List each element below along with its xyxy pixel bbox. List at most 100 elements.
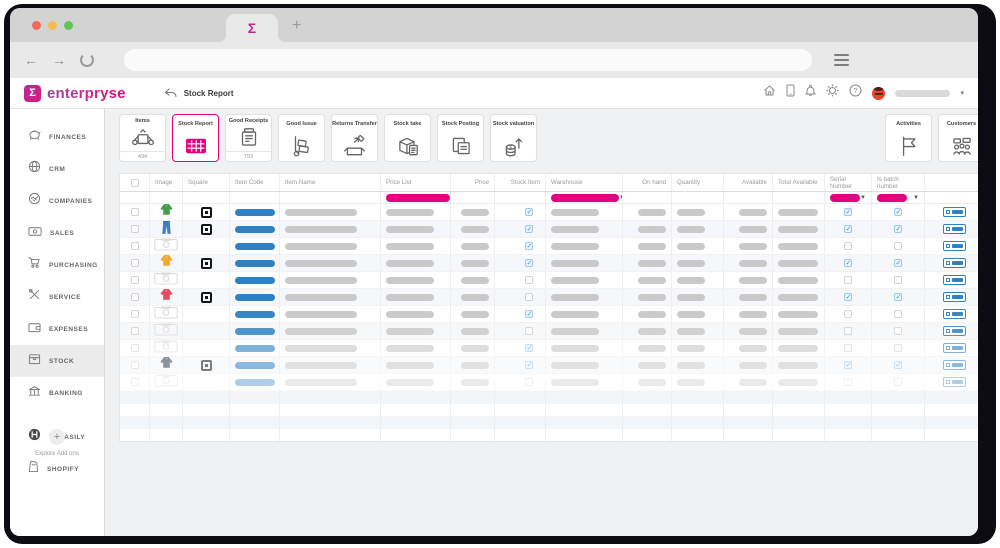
- row-select-checkbox[interactable]: [131, 344, 139, 352]
- stock-item-checkbox[interactable]: [525, 378, 533, 386]
- card-stock-take[interactable]: Stock take: [384, 114, 431, 162]
- serial-number-checkbox[interactable]: [844, 225, 852, 233]
- edit-row-button[interactable]: [943, 258, 966, 268]
- col-header-serial-number[interactable]: Serial Number: [825, 174, 872, 191]
- settings-gear-icon[interactable]: [826, 84, 839, 102]
- user-menu-caret-icon[interactable]: ▾: [960, 89, 964, 97]
- dropdown-caret-icon[interactable]: ▼: [860, 195, 866, 201]
- col-header-blank[interactable]: [925, 174, 978, 191]
- table-row[interactable]: [120, 238, 978, 255]
- is-batch-number-checkbox[interactable]: [894, 293, 902, 301]
- row-select-checkbox[interactable]: [131, 276, 139, 284]
- table-row[interactable]: [120, 204, 978, 221]
- sidebar-item-crm[interactable]: CRM: [10, 153, 104, 185]
- sidebar-item-companies[interactable]: COMPANIES: [10, 185, 104, 217]
- user-avatar[interactable]: [872, 87, 885, 100]
- is-batch-number-checkbox[interactable]: [894, 344, 902, 352]
- card-returns-transfer[interactable]: Returns Transfer: [331, 114, 378, 162]
- stock-item-checkbox[interactable]: [525, 293, 533, 301]
- col-header-total-available[interactable]: Total Available: [773, 174, 825, 191]
- serial-number-checkbox[interactable]: [844, 293, 852, 301]
- stock-item-checkbox[interactable]: [525, 242, 533, 250]
- filter-price-list[interactable]: ▼: [381, 192, 451, 203]
- close-window-button[interactable]: [32, 21, 41, 30]
- serial-number-checkbox[interactable]: [844, 276, 852, 284]
- col-header-price[interactable]: Price: [451, 174, 495, 191]
- card-stock-report[interactable]: Stock Report: [172, 114, 219, 162]
- forward-button[interactable]: →: [52, 52, 66, 68]
- brand-wordmark[interactable]: enterpryse: [47, 85, 126, 102]
- square-qr-icon[interactable]: [201, 292, 212, 303]
- sidebar-item-service[interactable]: SERVICE: [10, 281, 104, 313]
- col-header-on-hand[interactable]: On hand: [623, 174, 672, 191]
- stock-item-checkbox[interactable]: [525, 327, 533, 335]
- is-batch-number-checkbox[interactable]: [894, 378, 902, 386]
- stock-item-checkbox[interactable]: [525, 361, 533, 369]
- table-row[interactable]: [120, 374, 978, 391]
- table-row[interactable]: [120, 272, 978, 289]
- is-batch-number-checkbox[interactable]: [894, 208, 902, 216]
- row-select-checkbox[interactable]: [131, 242, 139, 250]
- add-addon-icon[interactable]: +: [49, 429, 65, 445]
- col-header-item-name[interactable]: Item Name: [280, 174, 381, 191]
- card-good-issue[interactable]: Good Issue: [278, 114, 325, 162]
- row-select-checkbox[interactable]: [131, 293, 139, 301]
- back-button[interactable]: ←: [24, 52, 38, 68]
- row-select-checkbox[interactable]: [131, 310, 139, 318]
- card-items[interactable]: Items 494: [119, 114, 166, 162]
- table-row[interactable]: [120, 323, 978, 340]
- select-all-checkbox[interactable]: [131, 179, 139, 187]
- col-header-price-list[interactable]: Price List: [381, 174, 451, 191]
- col-header-quantity[interactable]: Quantity: [672, 174, 724, 191]
- reload-button[interactable]: [80, 53, 94, 67]
- sidebar-item-purchasing[interactable]: PURCHASING: [10, 249, 104, 281]
- serial-number-checkbox[interactable]: [844, 361, 852, 369]
- dropdown-caret-icon[interactable]: ▼: [913, 195, 919, 201]
- sidebar-item-stock[interactable]: STOCK: [10, 345, 104, 377]
- is-batch-number-checkbox[interactable]: [894, 310, 902, 318]
- sidebar-item-expenses[interactable]: EXPENSES: [10, 313, 104, 345]
- table-row[interactable]: [120, 357, 978, 374]
- explore-addons[interactable]: + Explore Add ons: [10, 429, 104, 457]
- col-header-blank[interactable]: [120, 174, 150, 191]
- table-row[interactable]: [120, 289, 978, 306]
- maximize-window-button[interactable]: [64, 21, 73, 30]
- stock-item-checkbox[interactable]: [525, 208, 533, 216]
- square-qr-icon[interactable]: [201, 207, 212, 218]
- is-batch-number-checkbox[interactable]: [894, 276, 902, 284]
- edit-row-button[interactable]: [943, 292, 966, 302]
- square-qr-icon[interactable]: [201, 224, 212, 235]
- col-header-warehouse[interactable]: Warehouse: [546, 174, 623, 191]
- enterpryse-logo-icon[interactable]: Σ: [24, 85, 41, 102]
- serial-number-checkbox[interactable]: [844, 344, 852, 352]
- edit-row-button[interactable]: [943, 224, 966, 234]
- table-row[interactable]: [120, 340, 978, 357]
- table-row[interactable]: [120, 221, 978, 238]
- col-header-stock-item[interactable]: Stock Item: [495, 174, 546, 191]
- sidebar-item-banking[interactable]: BANKING: [10, 377, 104, 409]
- stock-item-checkbox[interactable]: [525, 344, 533, 352]
- serial-number-checkbox[interactable]: [844, 259, 852, 267]
- sidebar-item-sales[interactable]: SALES: [10, 217, 104, 249]
- stock-item-checkbox[interactable]: [525, 310, 533, 318]
- is-batch-number-checkbox[interactable]: [894, 327, 902, 335]
- sidebar-item-shopify[interactable]: SHOPIFY: [10, 453, 104, 485]
- row-select-checkbox[interactable]: [131, 225, 139, 233]
- serial-number-checkbox[interactable]: [844, 378, 852, 386]
- edit-row-button[interactable]: [943, 207, 966, 217]
- col-header-item-code[interactable]: Item Code: [230, 174, 280, 191]
- edit-row-button[interactable]: [943, 309, 966, 319]
- card-good-receipts[interactable]: Good Receipts 793: [225, 114, 272, 162]
- address-bar[interactable]: [124, 49, 812, 71]
- minimize-window-button[interactable]: [48, 21, 57, 30]
- square-qr-icon[interactable]: [201, 360, 212, 371]
- sidebar-item-finances[interactable]: FINANCES: [10, 121, 104, 153]
- row-select-checkbox[interactable]: [131, 259, 139, 267]
- browser-tab[interactable]: Σ: [226, 14, 278, 42]
- table-row[interactable]: [120, 255, 978, 272]
- filter-warehouse[interactable]: ▼: [546, 192, 623, 203]
- col-header-square[interactable]: Square: [183, 174, 230, 191]
- new-tab-button[interactable]: +: [292, 18, 301, 34]
- edit-row-button[interactable]: [943, 275, 966, 285]
- row-select-checkbox[interactable]: [131, 208, 139, 216]
